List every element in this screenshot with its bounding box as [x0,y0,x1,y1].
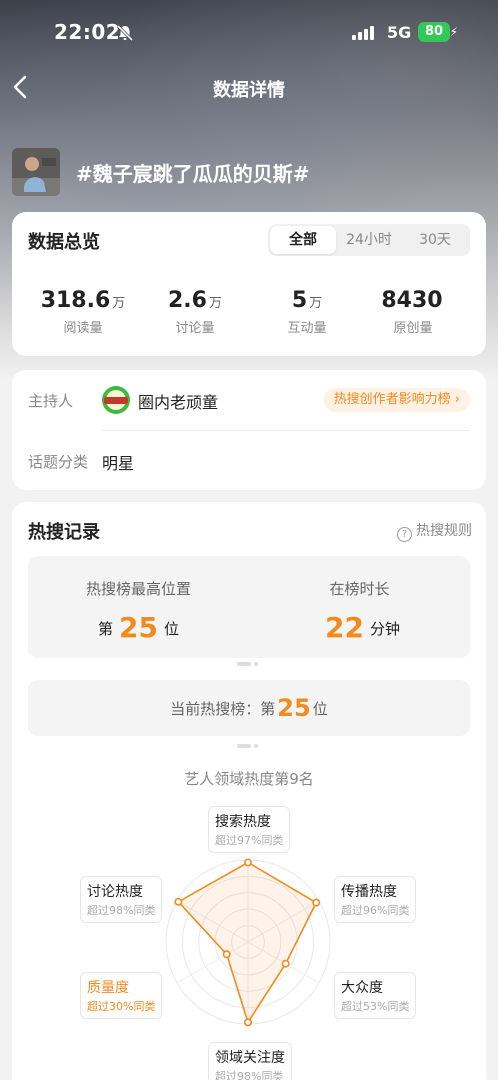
topic-title: #魏子宸跳了瓜瓜的贝斯# [76,162,310,186]
host-avatar[interactable] [102,386,130,414]
stat-label: 阅读量 [63,321,103,336]
stat-value: 5 [291,288,308,313]
radar-point [222,950,231,959]
stat-unit: 万 [309,296,323,311]
hot-search-card: 热搜记录 ? 热搜规则 热搜榜最高位置 第 25 位 在榜时长 22 分钟 当前热搜榜：… [12,502,486,1080]
radar-point [244,1018,253,1027]
stat-reads: 318.6 万 阅读量 [24,288,142,336]
radar-label-quality: 质量度 超过30%同类 [80,972,163,1019]
host-label: 主持人 [28,392,74,410]
host-name[interactable]: 圈内老顽童 [138,389,218,413]
stat-label: 互动量 [287,321,327,336]
radar-label-search: 搜索热度 超过97%同类 [208,806,291,853]
radar-point [281,959,290,968]
host-card: 主持人 圈内老顽童 热搜创作者影响力榜 › 话题分类 明星 [12,370,486,490]
stat-label: 原创量 [393,321,433,336]
stat-unit: 万 [208,296,222,311]
radar-point [174,897,183,906]
signal-icon [352,26,374,40]
stat-value: 8430 [381,288,443,313]
stat-value: 318.6 [40,288,111,313]
stat-originals: 8430 原创量 [354,288,472,336]
stat-unit: 万 [112,296,126,311]
data-overview-card: 数据总览 全部 24小时 30天 318.6 万 阅读量 2.6 万 讨论量 5万 … [12,212,486,356]
status-time: 22:02 [54,20,121,44]
category-value: 明星 [102,454,135,473]
overview-title: 数据总览 [28,232,100,253]
tab-30d[interactable]: 30天 [402,226,468,254]
divider [102,430,470,431]
radar-point [312,898,321,907]
charging-bolt-icon: ⚡ [449,25,458,39]
stat-discussions: 2.6 万 讨论量 [136,288,254,336]
influence-ranking-badge[interactable]: 热搜创作者影响力榜 › [323,388,470,412]
radar-label-domain-attention: 领域关注度 超过98%同类 [208,1042,292,1080]
time-range-tabs: 全部 24小时 30天 [268,224,470,256]
battery-level: 80 [418,22,450,42]
tab-all[interactable]: 全部 [270,226,336,254]
stat-interactions: 5万 互动量 [248,288,366,336]
radar-point [244,858,253,867]
nav-bar: 数据详情 [0,64,498,112]
tab-24h[interactable]: 24小时 [336,226,402,254]
page-title: 数据详情 [213,80,285,101]
stat-label: 讨论量 [175,321,215,336]
status-bar: 22:02 5G 80 ⚡ [0,0,498,64]
radar-label-discussion: 讨论热度 超过98%同类 [80,876,163,923]
radar-label-popularity: 大众度 超过53%同类 [334,972,417,1019]
stat-value: 2.6 [168,288,207,313]
network-label: 5G [387,23,412,42]
bell-muted-icon [116,24,134,42]
battery-indicator: 80 ⚡ [418,22,458,42]
radar-label-spread: 传播热度 超过96%同类 [334,876,417,923]
topic-thumbnail [12,148,60,196]
category-label: 话题分类 [28,453,89,471]
